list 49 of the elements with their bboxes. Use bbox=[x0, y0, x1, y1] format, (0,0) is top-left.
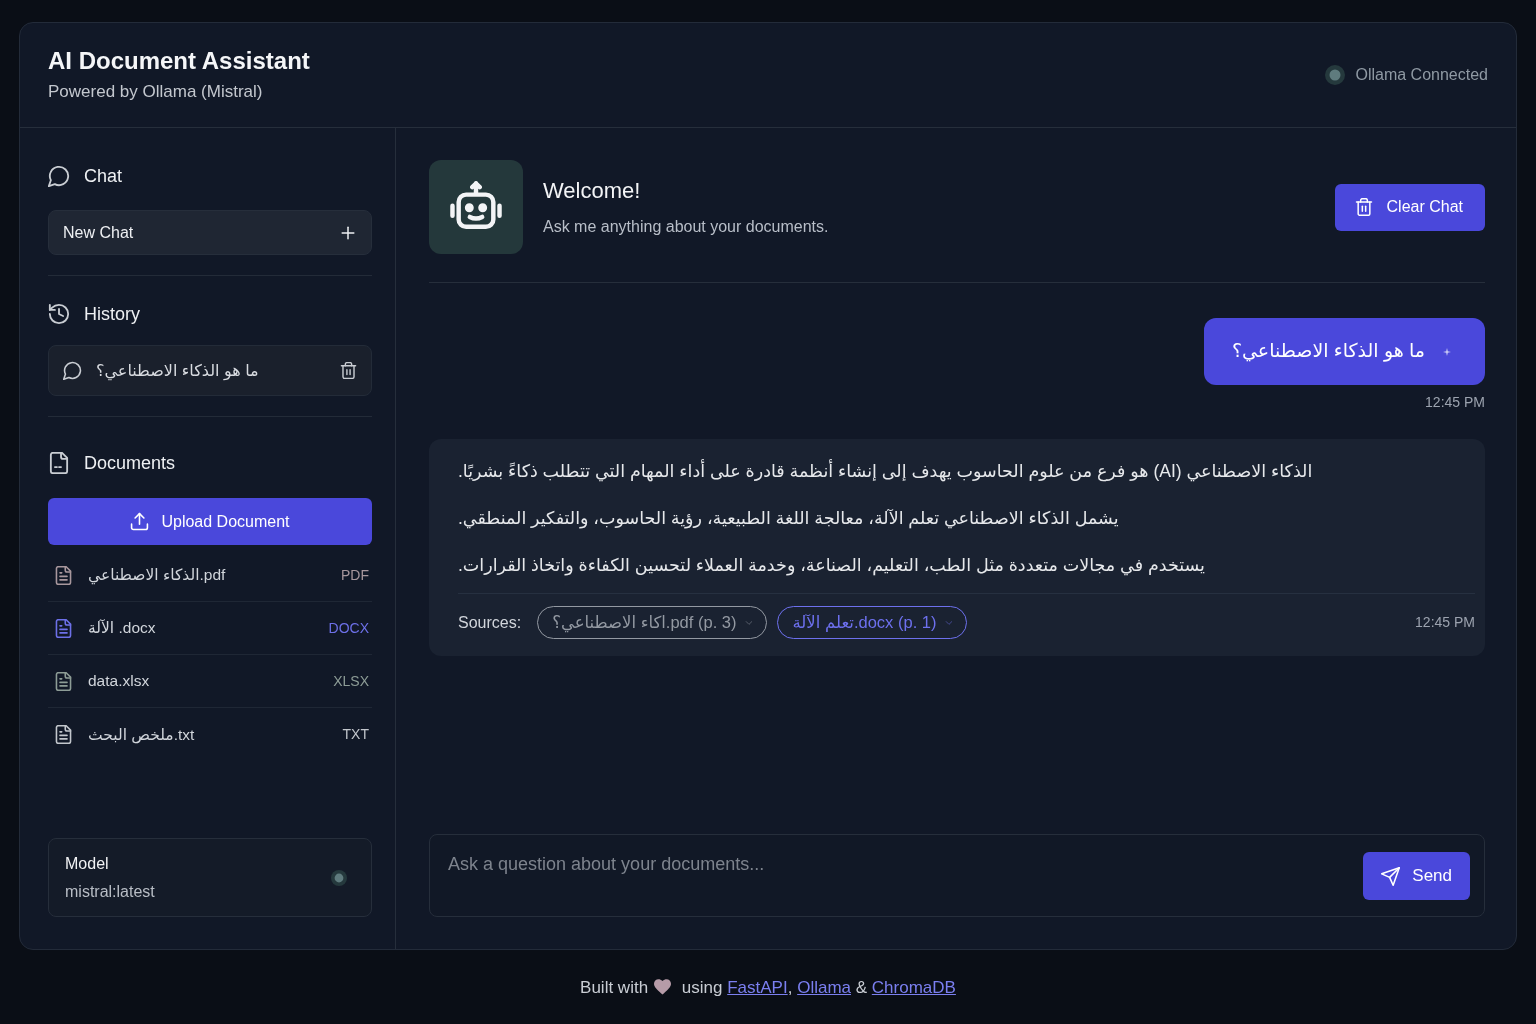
status-dot-icon bbox=[331, 869, 347, 886]
sparkle-icon bbox=[1443, 347, 1451, 356]
section-heading: Documents bbox=[84, 452, 176, 475]
welcome-title: Welcome! bbox=[543, 178, 642, 205]
robot-icon bbox=[429, 160, 523, 254]
footer-credit: Built with using FastAPI, Ollama & ChromaDB bbox=[580, 978, 956, 998]
file-name[interactable]: data.xlsx bbox=[88, 669, 319, 693]
file-name[interactable]: الآلة .docx bbox=[88, 616, 314, 640]
send-button[interactable]: Send bbox=[1363, 852, 1470, 900]
connection-status: Ollama Connected bbox=[1355, 65, 1488, 85]
file-type-label: PDF bbox=[341, 565, 369, 585]
chat-bubble-icon bbox=[63, 361, 82, 380]
section-heading: Chat bbox=[84, 165, 123, 188]
answer-paragraph: الذكاء الاصطناعي (AI) هو فرع من علوم الحاسوب يهدف إلى إنشاء أنظمة قادرة على أداء المهام التي تتطلب ذكاءً بشريًا. bbox=[458, 458, 1314, 484]
clear-chat-button[interactable]: Clear Chat bbox=[1334, 183, 1485, 231]
new-chat-button[interactable]: New Chat bbox=[48, 210, 372, 255]
history-icon bbox=[48, 303, 70, 325]
message-time: 12:45 PM bbox=[1425, 394, 1485, 411]
trash-icon bbox=[1354, 198, 1373, 216]
file-type-label: XLSX bbox=[333, 671, 369, 691]
history-item[interactable]: ما هو الذكاء الاصطناعي؟ bbox=[48, 345, 372, 396]
answer-paragraph: يشمل الذكاء الاصطناعي تعلم الآلة، معالجة اللغة الطبيعية، رؤية الحاسوب، والتفكير المنطقي. bbox=[458, 507, 1120, 531]
send-icon bbox=[1381, 866, 1401, 886]
delete-button[interactable] bbox=[340, 362, 357, 379]
welcome-subtitle: Ask me anything about your documents. bbox=[543, 216, 829, 236]
model-label: Model bbox=[65, 853, 110, 873]
file-type-label: TXT bbox=[342, 725, 369, 744]
document-icon bbox=[48, 452, 70, 474]
footer-link[interactable]: FastAPI bbox=[727, 978, 788, 997]
upload-icon bbox=[130, 512, 150, 531]
file-name[interactable]: الذكاء الاصطناعي.pdf bbox=[88, 563, 326, 587]
history-title: ما هو الذكاء الاصطناعي؟ bbox=[96, 360, 260, 383]
model-name: mistral:latest bbox=[65, 882, 155, 902]
answer-paragraph: يستخدم في مجالات متعددة مثل الطب، التعليم، الصناعة، وخدمة العملاء لتحسين الكفاءة واتخاذ القرارات. bbox=[458, 554, 1206, 578]
app-title: AI Document Assistant bbox=[48, 47, 310, 77]
chat-bubble-icon bbox=[48, 165, 70, 187]
upload-button[interactable]: Upload Document bbox=[48, 498, 372, 545]
app-subtitle: Powered by Ollama (Mistral) bbox=[48, 82, 264, 103]
file-type-label: DOCX bbox=[328, 618, 369, 638]
file-name[interactable]: ملخص البحث.txt bbox=[88, 722, 328, 747]
message-text: ما هو الذكاء الاصطناعي؟ bbox=[1231, 339, 1425, 364]
footer-link[interactable]: ChromaDB bbox=[871, 978, 956, 997]
heart-icon bbox=[654, 979, 672, 995]
trash-icon bbox=[340, 362, 357, 379]
sources-label: Sources: bbox=[458, 612, 522, 633]
status-dot-icon bbox=[1325, 65, 1346, 85]
message-time: 12:45 PM bbox=[1415, 613, 1475, 632]
section-heading: History bbox=[84, 303, 140, 326]
footer-link[interactable]: Ollama bbox=[797, 978, 851, 997]
